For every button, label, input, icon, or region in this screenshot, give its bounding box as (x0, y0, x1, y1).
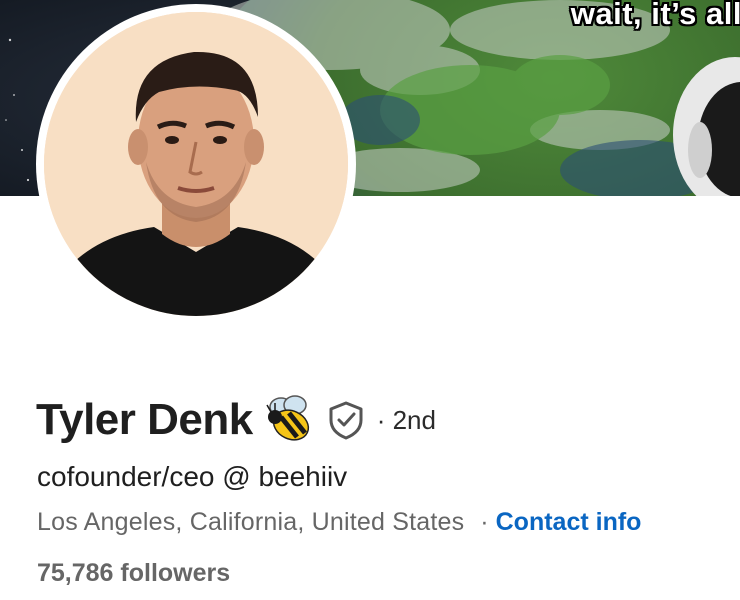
followers-count[interactable]: 75,786 followers (37, 559, 230, 588)
shield-check-icon[interactable] (327, 400, 365, 440)
contact-info-link[interactable]: Contact info (496, 508, 642, 537)
separator-dot: · (480, 508, 489, 536)
connection-degree: · 2nd (376, 404, 436, 435)
avatar[interactable] (44, 12, 348, 316)
profile-photo-icon (44, 12, 348, 316)
bee-icon (263, 395, 315, 445)
profile-name: Tyler Denk (36, 395, 253, 444)
banner-caption: wait, it’s all (570, 0, 740, 31)
location-row: Los Angeles, California, United States ·… (37, 508, 641, 537)
profile-headline: cofounder/ceo @ beehiiv (37, 461, 348, 492)
name-row: Tyler Denk · 2nd (36, 393, 436, 447)
profile-location: Los Angeles, California, United States (37, 508, 465, 536)
